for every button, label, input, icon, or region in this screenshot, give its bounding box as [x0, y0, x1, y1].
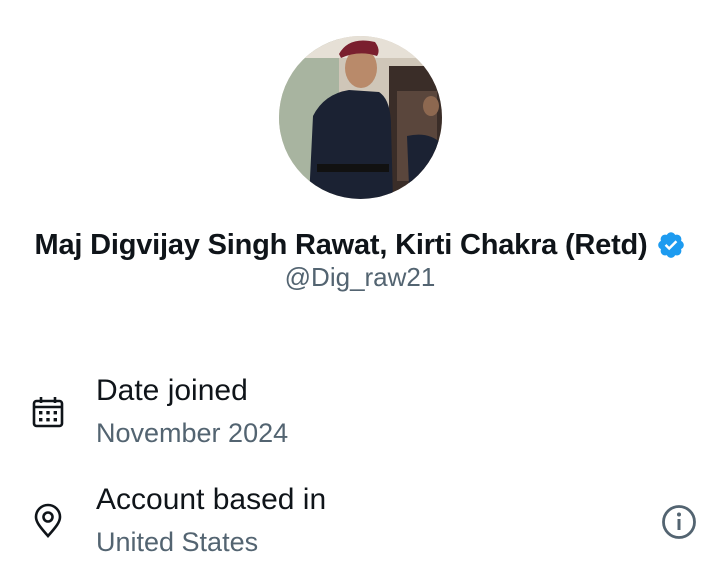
date-joined-label: Date joined — [96, 374, 248, 407]
username-handle: @Dig_raw21 — [284, 262, 436, 292]
avatar-image — [279, 36, 442, 199]
display-name: Maj Digvijay Singh Rawat, Kirti Chakra (… — [34, 228, 648, 261]
date-joined-value: November 2024 — [96, 418, 289, 448]
verified-badge-icon[interactable] — [656, 230, 686, 260]
info-icon[interactable] — [660, 503, 698, 541]
location-pin-icon — [30, 503, 66, 539]
calendar-icon — [30, 394, 66, 430]
account-based-in-label: Account based in — [96, 483, 327, 516]
avatar[interactable] — [279, 36, 442, 199]
account-based-in-value: United States — [96, 527, 259, 557]
